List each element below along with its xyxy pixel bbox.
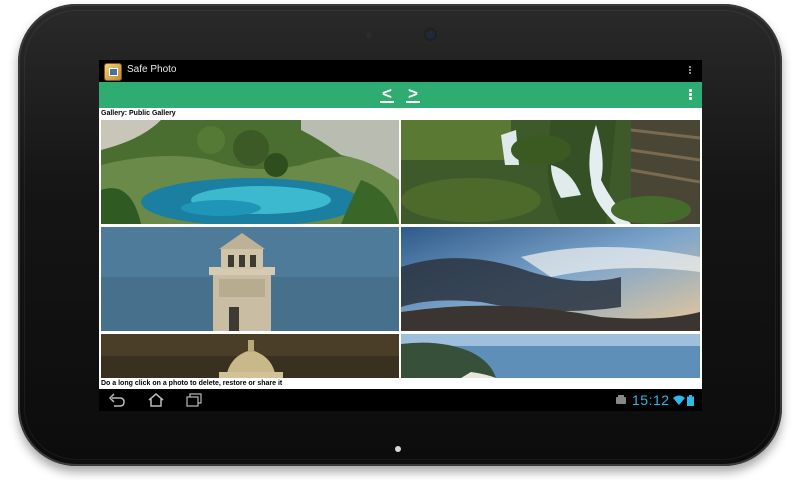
recent-apps-button[interactable]: [185, 392, 203, 408]
next-gallery-button[interactable]: >: [404, 85, 422, 103]
photo-grid: [99, 120, 702, 378]
recent-apps-icon: [186, 393, 202, 407]
cloudy-sky-photo: [401, 227, 700, 331]
safe-photo-app-icon: [104, 63, 122, 81]
previous-gallery-button[interactable]: <: [378, 85, 396, 103]
photo-tile-church-dome[interactable]: [101, 334, 399, 378]
title-menu-icon[interactable]: [688, 65, 692, 75]
notification-led: [395, 446, 401, 452]
battery-icon: [687, 395, 694, 406]
screen: Safe Photo < > Gallery: Public Gallery D…: [99, 60, 702, 411]
app-title: Safe Photo: [127, 64, 177, 75]
front-camera: [426, 30, 435, 39]
home-icon: [148, 393, 164, 407]
photo-tile-coastline[interactable]: [401, 334, 700, 378]
photo-tile-bell-tower[interactable]: [101, 227, 399, 331]
coastline-photo: [401, 334, 700, 378]
back-button[interactable]: [108, 392, 126, 408]
wifi-icon: [673, 395, 685, 405]
system-navigation-bar: 15:12: [99, 389, 702, 411]
photo-tile-waterfall[interactable]: [401, 120, 700, 224]
overflow-menu-icon[interactable]: [689, 88, 692, 101]
status-clock: 15:12: [632, 392, 670, 408]
bell-tower-photo: [101, 227, 399, 331]
tablet-speaker: [366, 32, 372, 38]
home-button[interactable]: [147, 392, 165, 408]
long-click-hint: Do a long click on a photo to delete, re…: [99, 378, 702, 389]
back-icon: [108, 393, 125, 407]
photo-tile-cloudy-sky[interactable]: [401, 227, 700, 331]
photo-tile-lake[interactable]: [101, 120, 399, 224]
app-title-bar: Safe Photo: [99, 60, 702, 82]
action-bar: < >: [99, 82, 702, 108]
waterfall-photo: [401, 120, 700, 224]
storage-icon: [616, 395, 626, 404]
lake-photo: [101, 120, 399, 224]
church-dome-photo: [101, 334, 399, 378]
gallery-label: Gallery: Public Gallery: [99, 108, 702, 120]
